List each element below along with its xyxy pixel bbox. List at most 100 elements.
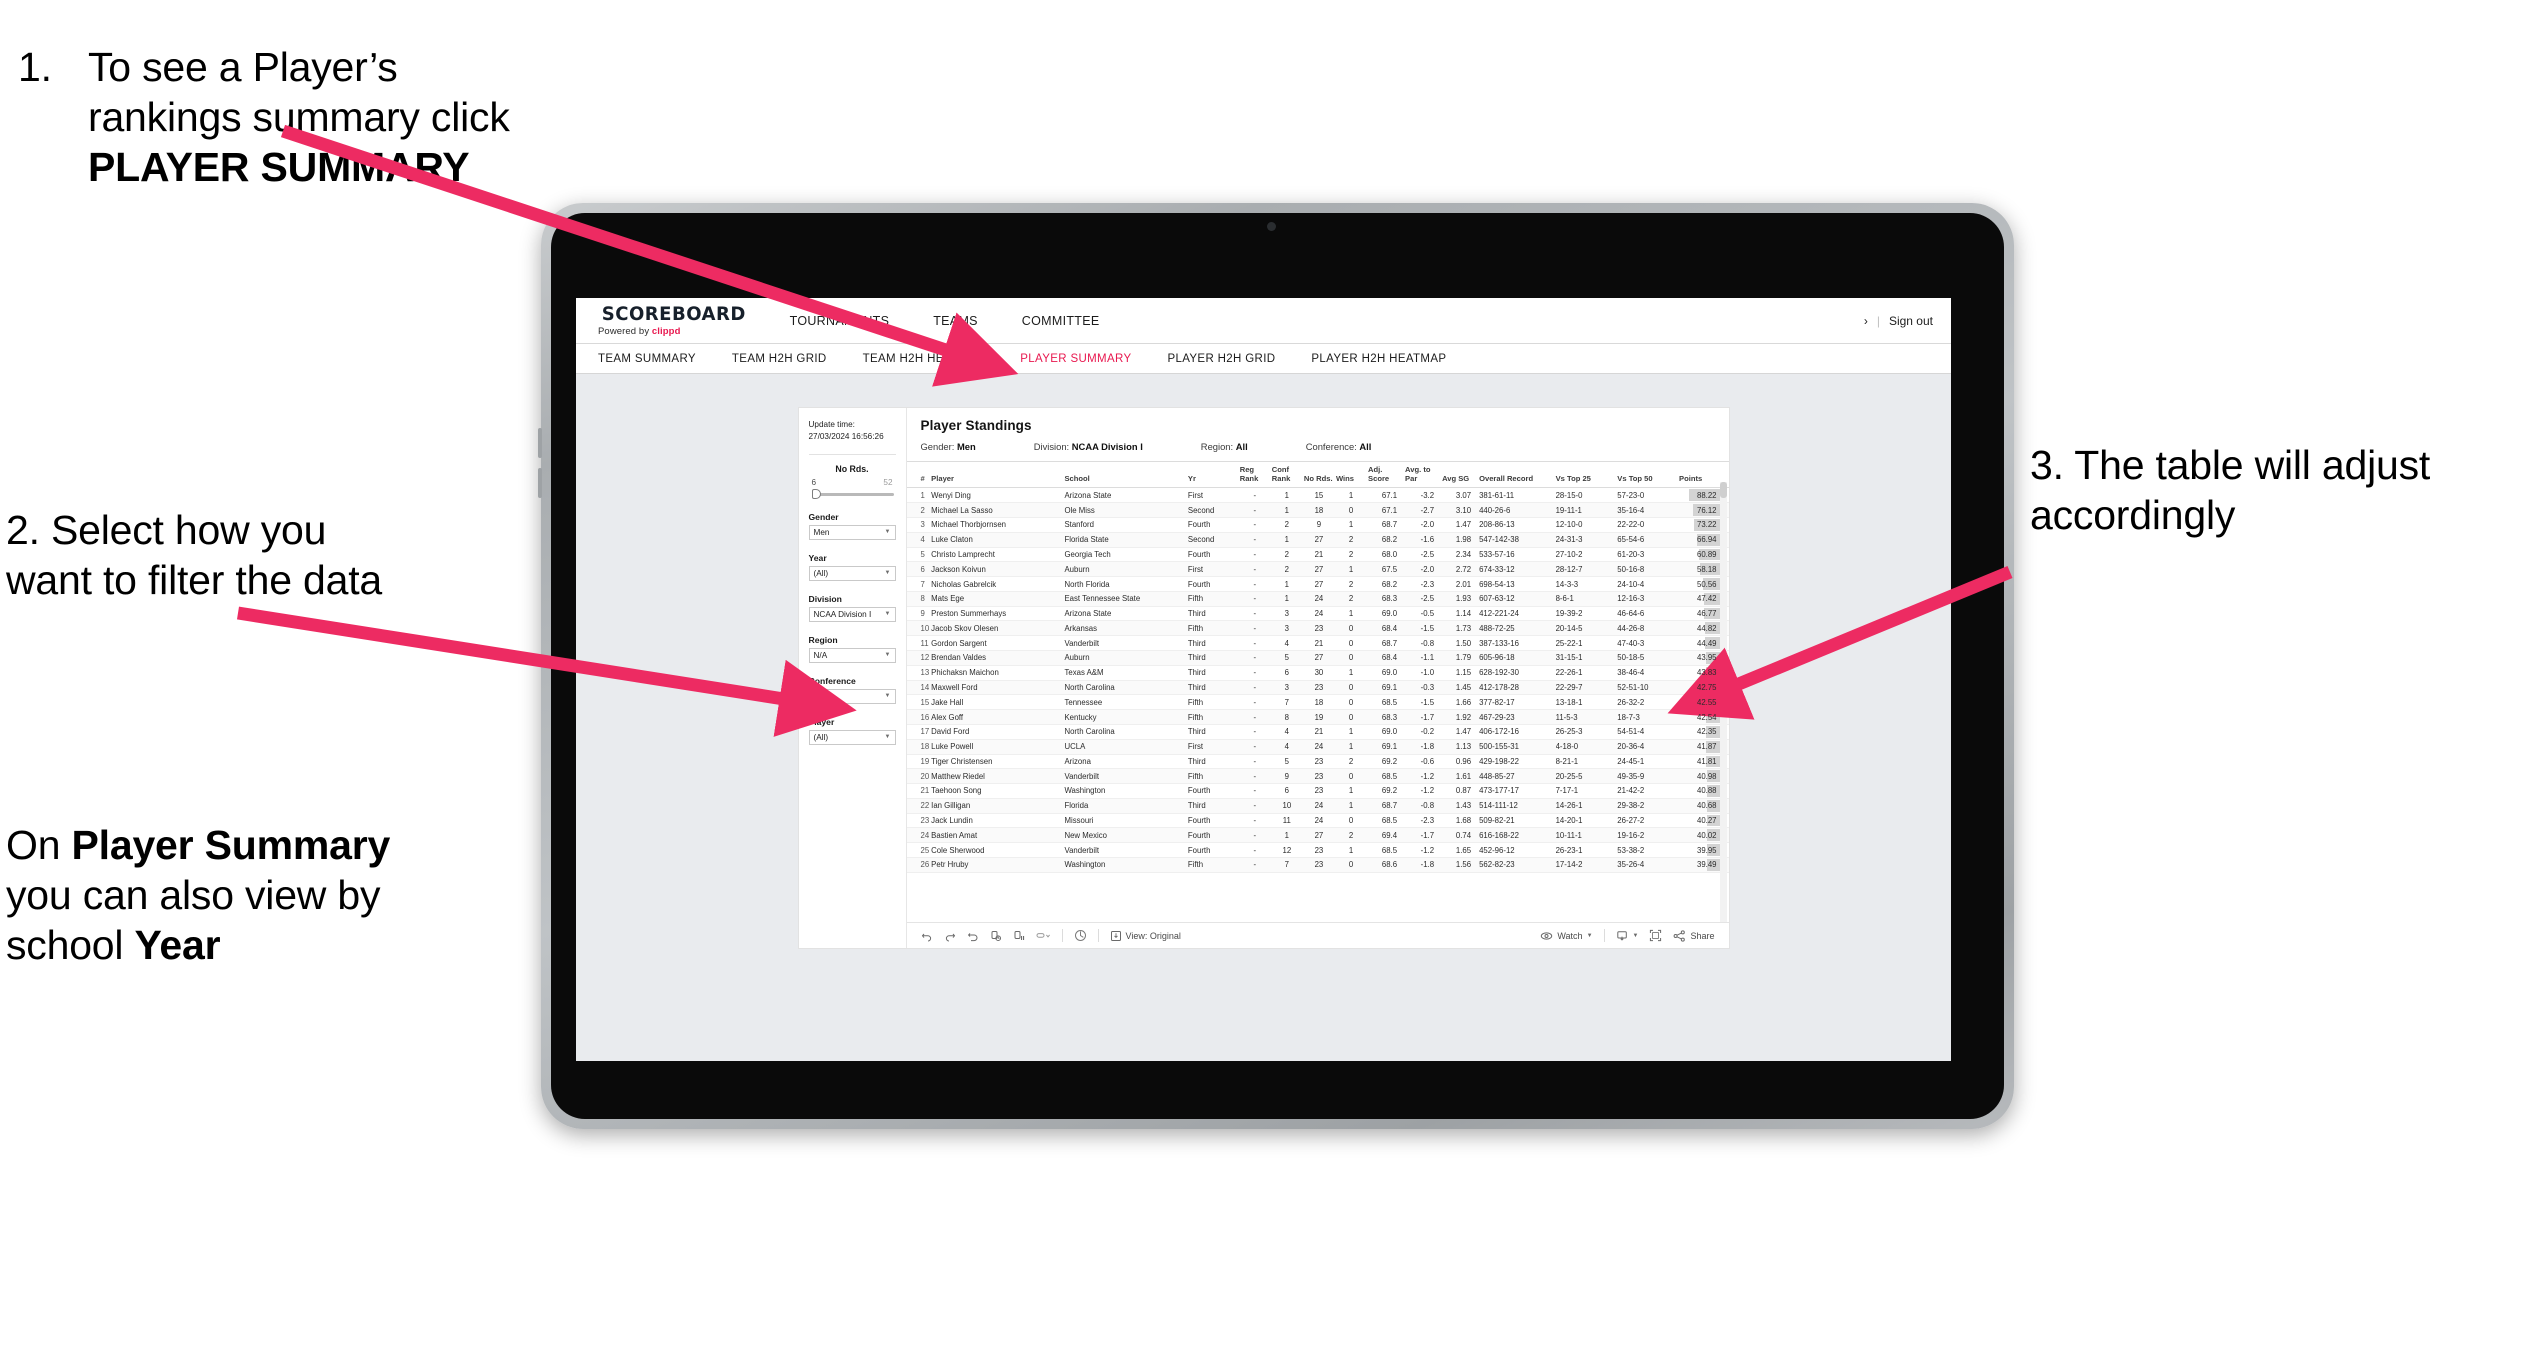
filter-player-select[interactable]: (All) ▼: [808, 729, 896, 745]
custom-views-icon[interactable]: [1036, 930, 1051, 942]
filter-year-value: (All): [813, 568, 829, 578]
filter-division-select[interactable]: NCAA Division I ▼: [808, 606, 896, 622]
table-row[interactable]: 17 David Ford North Carolina Third -4 21 1 69.0…: [906, 724, 1729, 740]
table-row[interactable]: 1 Wenyi Ding Arizona State First -1 15 1 67.1 -3…: [906, 487, 1729, 504]
col-player[interactable]: Player: [931, 460, 1065, 489]
redo-icon[interactable]: [944, 930, 956, 942]
cell-yr: Third: [1187, 606, 1240, 622]
standings-table-head: # Player School Yr Reg Rank Conf Rank No…: [906, 460, 1729, 489]
download-button[interactable]: ▼: [1616, 930, 1638, 942]
table-row[interactable]: 11 Gordon Sargent Vanderbilt Third -4 21 0 68.7…: [906, 635, 1729, 652]
view-original-button[interactable]: View: Original: [1110, 930, 1181, 942]
subnav-player-summary[interactable]: PLAYER SUMMARY: [1020, 353, 1131, 365]
slider-handle[interactable]: [811, 488, 821, 499]
table-row[interactable]: 19 Tiger Christensen Arizona Third -5 23 2 69.2…: [906, 754, 1729, 770]
col-wins[interactable]: Wins: [1335, 460, 1369, 489]
filter-year-select[interactable]: (All) ▼: [808, 565, 896, 581]
sign-out-link[interactable]: Sign out: [1889, 314, 1933, 328]
fullscreen-icon[interactable]: [1649, 929, 1662, 942]
table-row[interactable]: 23 Jack Lundin Missouri Fourth -11 24 0 68.5 -2.…: [906, 813, 1729, 829]
pause-resume-icon[interactable]: [1074, 929, 1087, 942]
annotation-step-2-note: On Player Summary you can also view by s…: [6, 820, 406, 970]
table-row[interactable]: 6 Jackson Koivun Auburn First -2 27 1 67.5 -2.0 2…: [906, 561, 1729, 578]
pause-auto-updates-icon[interactable]: [1013, 930, 1025, 942]
filter-gender-select[interactable]: Men ▼: [808, 524, 896, 540]
table-row[interactable]: 16 Alex Goff Kentucky Fifth -8 19 0 68.3 -1.7 1.9…: [906, 709, 1729, 725]
table-row[interactable]: 20 Matthew Riedel Vanderbilt Fifth -9 23 0 68.5…: [906, 768, 1729, 785]
col-adj-score[interactable]: Adj. Score: [1368, 460, 1406, 489]
col-avg-sg[interactable]: Avg SG: [1442, 460, 1480, 489]
cell-player: Alex Goff: [931, 709, 1065, 725]
table-row[interactable]: 5 Christo Lamprecht Georgia Tech Fourth -2 21…: [906, 547, 1729, 563]
cell-conf-rank: 12: [1271, 842, 1304, 858]
cell-reg-rank: -: [1239, 709, 1272, 725]
subnav-player-h2h-heatmap[interactable]: PLAYER H2H HEATMAP: [1311, 353, 1446, 365]
cell-adj-score: 69.1: [1368, 739, 1406, 755]
table-row[interactable]: 18 Luke Powell UCLA First -4 24 1 69.1 -1.8 1.13 5…: [906, 739, 1729, 755]
table-row[interactable]: 8 Mats Ege East Tennessee State Fifth -1 24 2 6…: [906, 591, 1729, 607]
subnav-team-h2h-grid[interactable]: TEAM H2H GRID: [732, 353, 827, 365]
filter-region-select[interactable]: N/A ▼: [808, 647, 896, 663]
col-conf-rank[interactable]: Conf Rank: [1271, 460, 1304, 489]
col-school[interactable]: School: [1064, 460, 1188, 489]
undo-icon[interactable]: [921, 930, 933, 942]
filter-conference-value: (All): [813, 691, 829, 701]
table-row[interactable]: 10 Jacob Skov Olesen Arkansas Fifth -3 23 0 68.…: [906, 620, 1729, 637]
points-value: 43.83: [1696, 668, 1717, 678]
filter-division-label: Division: [808, 593, 842, 604]
cell-vs-top-25: 28-15-0: [1555, 487, 1618, 504]
table-row[interactable]: 21 Taehoon Song Washington Fourth -6 23 1 69.2-…: [906, 783, 1729, 799]
share-button[interactable]: Share: [1673, 929, 1715, 942]
table-row[interactable]: 4 Luke Claton Florida State Second -1 27 2 68.2…: [906, 532, 1729, 548]
table-row[interactable]: 9 Preston Summerhays Arizona State Third -3 2…: [906, 606, 1729, 622]
table-row[interactable]: 3 Michael Thorbjornsen Stanford Fourth -2 9 1 6…: [906, 517, 1729, 533]
filter-no-rounds-slider[interactable]: [809, 488, 896, 499]
table-row[interactable]: 2 Michael La Sasso Ole Miss Second -1 18 0 67.1…: [906, 502, 1729, 518]
cell-yr: First: [1187, 739, 1240, 755]
cell-yr: Third: [1187, 724, 1240, 740]
cell-school: Auburn: [1064, 561, 1188, 578]
cell-conf-rank: 4: [1271, 739, 1304, 755]
filter-conference-select[interactable]: (All) ▼: [808, 688, 896, 704]
subnav-team-h2h-heatmap[interactable]: TEAM H2H HEATMAP: [863, 353, 985, 365]
col-vs-top-50[interactable]: Vs Top 50: [1617, 460, 1679, 489]
cell-no-rds: 23: [1303, 783, 1336, 799]
table-scrollbar-track[interactable]: [1719, 482, 1727, 922]
refresh-data-icon[interactable]: [990, 930, 1002, 942]
table-row[interactable]: 12 Brendan Valdes Auburn Third -5 27 0 68.4 -1.1…: [906, 650, 1729, 666]
col-overall-record[interactable]: Overall Record: [1479, 460, 1556, 489]
col-rank[interactable]: #: [906, 460, 932, 489]
cell-conf-rank: 8: [1271, 709, 1304, 725]
col-no-rds[interactable]: No Rds.: [1303, 460, 1336, 489]
brand-title: SCOREBOARD: [601, 302, 746, 325]
cell-adj-score: 68.2: [1368, 532, 1406, 548]
watch-button[interactable]: Watch ▼: [1540, 930, 1593, 942]
nav-teams[interactable]: TEAMS: [911, 298, 1000, 344]
col-vs-top-25[interactable]: Vs Top 25: [1555, 460, 1618, 489]
subnav-team-summary[interactable]: TEAM SUMMARY: [598, 353, 696, 365]
col-yr[interactable]: Yr: [1187, 460, 1240, 489]
table-row[interactable]: 22 Ian Gilligan Florida Third -10 24 1 68.7 -0.8…: [906, 798, 1729, 814]
col-reg-rank[interactable]: Reg Rank: [1239, 460, 1272, 489]
table-row[interactable]: 24 Bastien Amat New Mexico Fourth -1 27 2 69.4-…: [906, 827, 1729, 844]
cell-avg-to-par: -1.2: [1405, 768, 1443, 785]
table-row[interactable]: 13 Phichaksn Maichon Texas A&M Third -6 30 1 69…: [906, 665, 1729, 681]
cell-reg-rank: -: [1239, 650, 1272, 666]
subnav-player-h2h-grid[interactable]: PLAYER H2H GRID: [1167, 353, 1275, 365]
user-chevron-icon[interactable]: ›: [1864, 314, 1868, 328]
table-row[interactable]: 14 Maxwell Ford North Carolina Third -3 23 0 69…: [906, 680, 1729, 696]
table-scrollbar-thumb[interactable]: [1719, 482, 1727, 498]
revert-icon[interactable]: [967, 930, 979, 942]
col-avg-to-par[interactable]: Avg. to Par: [1405, 460, 1443, 489]
nav-tournaments[interactable]: TOURNAMENTS: [768, 298, 912, 344]
nav-committee[interactable]: COMMITTEE: [1000, 298, 1122, 344]
cell-rank: 25: [906, 842, 932, 858]
cell-adj-score: 68.7: [1368, 517, 1406, 533]
table-row[interactable]: 25 Cole Sherwood Vanderbilt Fourth -12 23 1 68.…: [906, 842, 1729, 858]
table-row[interactable]: 26 Petr Hruby Washington Fifth -7 23 0 68.6 -1.8…: [906, 857, 1729, 873]
cell-school: Arizona State: [1064, 606, 1188, 622]
cell-adj-score: 67.1: [1368, 502, 1406, 518]
table-row[interactable]: 15 Jake Hall Tennessee Fifth -7 18 0 68.5 -1.5 1.…: [906, 694, 1729, 711]
cell-player: David Ford: [931, 724, 1065, 740]
table-row[interactable]: 7 Nicholas Gabrelcik North Florida Fourth -1…: [906, 576, 1729, 592]
